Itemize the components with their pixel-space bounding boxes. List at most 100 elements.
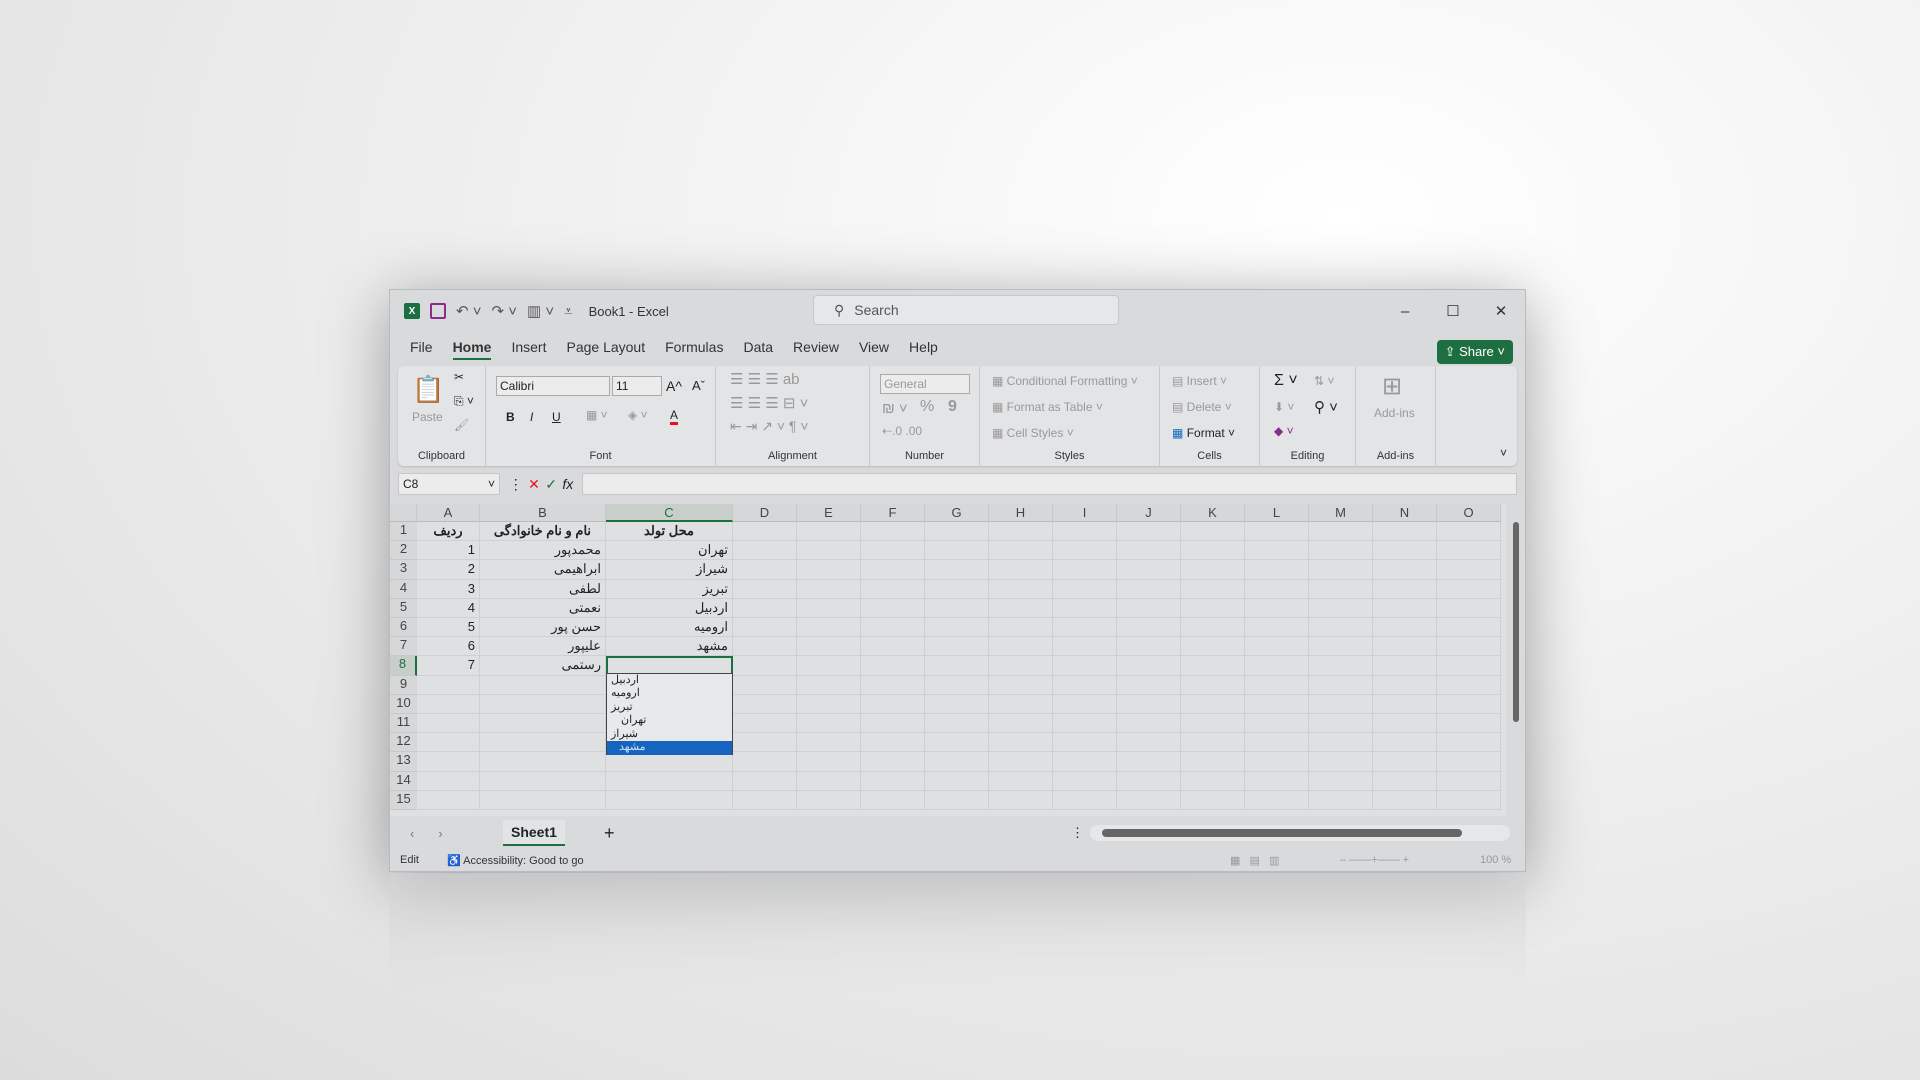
- cell-D14[interactable]: [733, 771, 797, 791]
- collapse-ribbon-icon[interactable]: ˅: [1500, 446, 1507, 460]
- cell-G8[interactable]: [925, 656, 989, 676]
- prev-sheet-icon[interactable]: ‹: [410, 826, 414, 841]
- cell-F3[interactable]: [861, 560, 925, 580]
- share-button[interactable]: ⇪ Share ˅: [1436, 340, 1513, 364]
- cell-C3[interactable]: شیراز: [606, 560, 733, 580]
- cell-J13[interactable]: [1117, 752, 1181, 772]
- cell-M5[interactable]: [1309, 598, 1373, 618]
- cell-L13[interactable]: [1245, 752, 1309, 772]
- dropdown-option[interactable]: مشهد: [607, 741, 732, 755]
- align-horizontal-icons[interactable]: ☰ ☰ ☰ ⊟ ˅: [730, 394, 808, 412]
- maximize-button[interactable]: ☐: [1429, 290, 1477, 332]
- bold-button[interactable]: B: [506, 410, 515, 424]
- underline-button[interactable]: U: [552, 410, 561, 424]
- column-header-L[interactable]: L: [1245, 504, 1309, 522]
- cell-N14[interactable]: [1373, 771, 1437, 791]
- cell-N1[interactable]: [1373, 522, 1437, 542]
- cell-I7[interactable]: [1053, 637, 1117, 657]
- cell-H6[interactable]: [989, 618, 1053, 638]
- cell-B1[interactable]: نام و نام خانوادگی: [480, 522, 606, 542]
- cell-F8[interactable]: [861, 656, 925, 676]
- cell-L5[interactable]: [1245, 598, 1309, 618]
- cell-E13[interactable]: [797, 752, 861, 772]
- cell-M14[interactable]: [1309, 771, 1373, 791]
- cell-G4[interactable]: [925, 579, 989, 599]
- cell-L6[interactable]: [1245, 618, 1309, 638]
- cell-M10[interactable]: [1309, 694, 1373, 714]
- cell-A7[interactable]: 6: [417, 637, 480, 657]
- cell-I14[interactable]: [1053, 771, 1117, 791]
- cell-K3[interactable]: [1181, 560, 1245, 580]
- cell-I12[interactable]: [1053, 733, 1117, 753]
- font-size-select[interactable]: 11: [612, 376, 662, 396]
- cell-I13[interactable]: [1053, 752, 1117, 772]
- tab-formulas[interactable]: Formulas: [665, 339, 723, 360]
- cell-E3[interactable]: [797, 560, 861, 580]
- cell-J15[interactable]: [1117, 790, 1181, 810]
- cell-F11[interactable]: [861, 714, 925, 734]
- cell-C6[interactable]: ارومیه: [606, 618, 733, 638]
- row-header-9[interactable]: 9: [390, 675, 417, 695]
- cell-O12[interactable]: [1437, 733, 1501, 753]
- cell-F5[interactable]: [861, 598, 925, 618]
- cell-E15[interactable]: [797, 790, 861, 810]
- cell-B15[interactable]: [480, 790, 606, 810]
- row-header-14[interactable]: 14: [390, 771, 417, 791]
- cell-F7[interactable]: [861, 637, 925, 657]
- cell-F14[interactable]: [861, 771, 925, 791]
- formula-input[interactable]: [582, 473, 1517, 495]
- cell-B4[interactable]: لطفی: [480, 579, 606, 599]
- undo-icon[interactable]: ↶ ˅: [456, 302, 482, 320]
- column-header-A[interactable]: A: [417, 504, 480, 522]
- percent-button[interactable]: %: [920, 398, 934, 416]
- cell-D6[interactable]: [733, 618, 797, 638]
- row-header-8[interactable]: 8: [390, 656, 417, 676]
- cell-J12[interactable]: [1117, 733, 1181, 753]
- cell-E12[interactable]: [797, 733, 861, 753]
- cell-D3[interactable]: [733, 560, 797, 580]
- cell-D5[interactable]: [733, 598, 797, 618]
- cell-J1[interactable]: [1117, 522, 1181, 542]
- column-header-G[interactable]: G: [925, 504, 989, 522]
- cell-L3[interactable]: [1245, 560, 1309, 580]
- indent-icons[interactable]: ⇤ ⇥ ↗ ˅ ¶ ˅: [730, 418, 809, 435]
- cell-N4[interactable]: [1373, 579, 1437, 599]
- tab-review[interactable]: Review: [793, 339, 839, 360]
- cell-K9[interactable]: [1181, 675, 1245, 695]
- currency-icon[interactable]: ₪ ˅: [882, 400, 908, 417]
- zoom-level[interactable]: 100 %: [1480, 854, 1511, 866]
- clear-icon[interactable]: ◆ ˅: [1274, 424, 1294, 438]
- cell-E5[interactable]: [797, 598, 861, 618]
- cell-I10[interactable]: [1053, 694, 1117, 714]
- cell-L11[interactable]: [1245, 714, 1309, 734]
- cell-O10[interactable]: [1437, 694, 1501, 714]
- cell-I3[interactable]: [1053, 560, 1117, 580]
- cell-J3[interactable]: [1117, 560, 1181, 580]
- cell-G9[interactable]: [925, 675, 989, 695]
- cell-J2[interactable]: [1117, 541, 1181, 561]
- cell-E11[interactable]: [797, 714, 861, 734]
- cell-I11[interactable]: [1053, 714, 1117, 734]
- cell-G10[interactable]: [925, 694, 989, 714]
- cell-H2[interactable]: [989, 541, 1053, 561]
- cell-E4[interactable]: [797, 579, 861, 599]
- save-icon[interactable]: [430, 303, 446, 319]
- tab-file[interactable]: File: [410, 339, 433, 360]
- vertical-scroll-thumb[interactable]: [1513, 522, 1519, 722]
- cell-G7[interactable]: [925, 637, 989, 657]
- cell-K14[interactable]: [1181, 771, 1245, 791]
- dropdown-option[interactable]: اردبیل: [607, 674, 732, 688]
- cell-A12[interactable]: [417, 733, 480, 753]
- addins-icon[interactable]: ⊞: [1382, 372, 1402, 401]
- cell-J10[interactable]: [1117, 694, 1181, 714]
- column-header-F[interactable]: F: [861, 504, 925, 522]
- cell-O8[interactable]: [1437, 656, 1501, 676]
- cell-H15[interactable]: [989, 790, 1053, 810]
- font-color-button[interactable]: A: [670, 408, 679, 425]
- view-mode-icons[interactable]: ▦ ▤ ▥: [1230, 854, 1280, 867]
- cell-G13[interactable]: [925, 752, 989, 772]
- row-header-10[interactable]: 10: [390, 694, 417, 714]
- cell-G6[interactable]: [925, 618, 989, 638]
- cell-E9[interactable]: [797, 675, 861, 695]
- cell-B13[interactable]: [480, 752, 606, 772]
